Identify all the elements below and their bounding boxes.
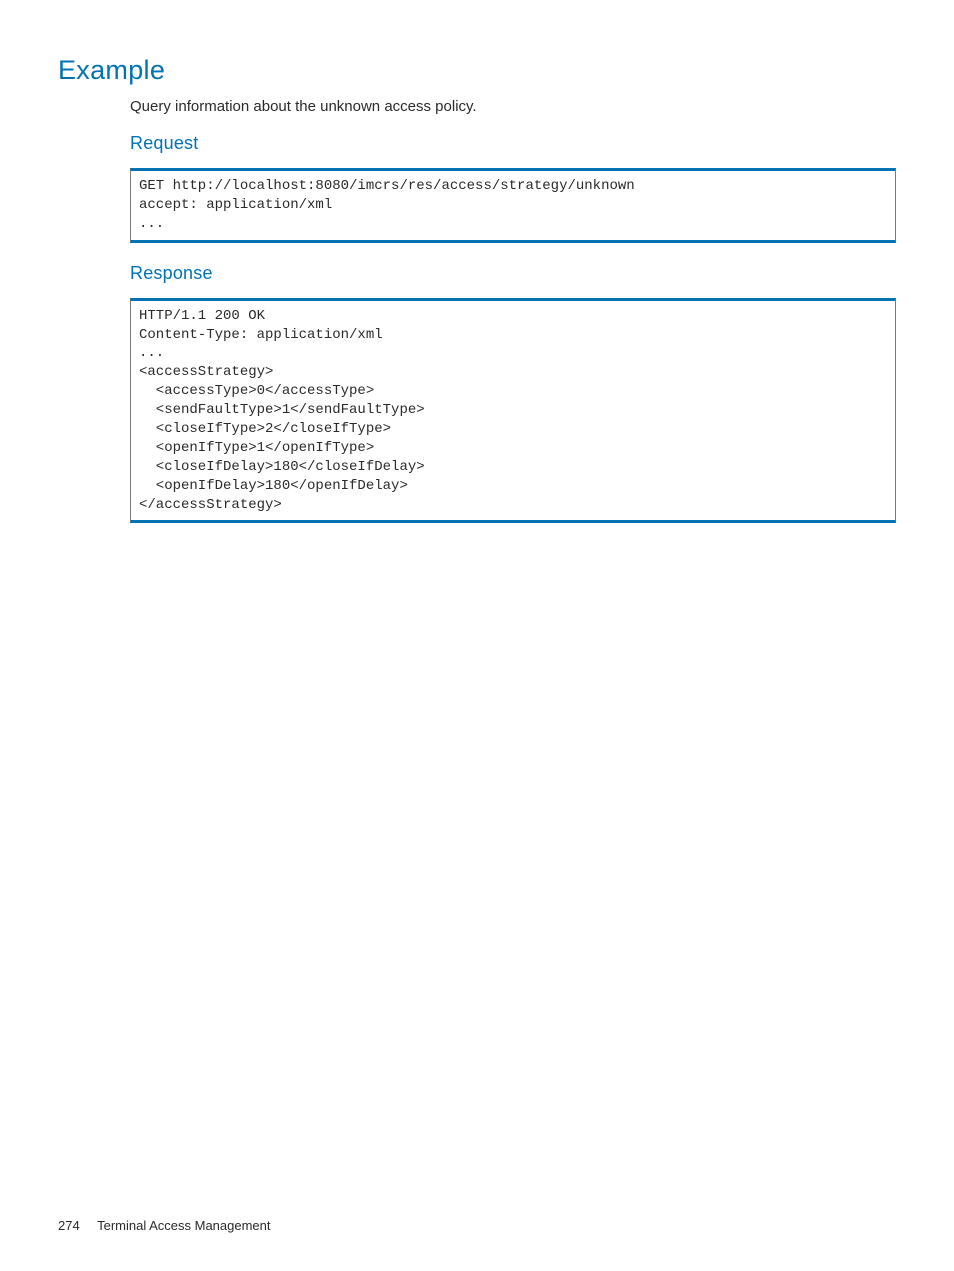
code-block-request: GET http://localhost:8080/imcrs/res/acce… — [130, 168, 896, 243]
footer-section-title: Terminal Access Management — [97, 1218, 270, 1233]
section-heading-response: Response — [130, 263, 896, 284]
section-heading-example: Example — [58, 55, 896, 86]
intro-paragraph: Query information about the unknown acce… — [130, 98, 896, 115]
page-number: 274 — [58, 1218, 80, 1233]
code-block-response: HTTP/1.1 200 OK Content-Type: applicatio… — [130, 298, 896, 524]
page-footer: 274 Terminal Access Management — [58, 1218, 271, 1233]
section-heading-request: Request — [130, 133, 896, 154]
